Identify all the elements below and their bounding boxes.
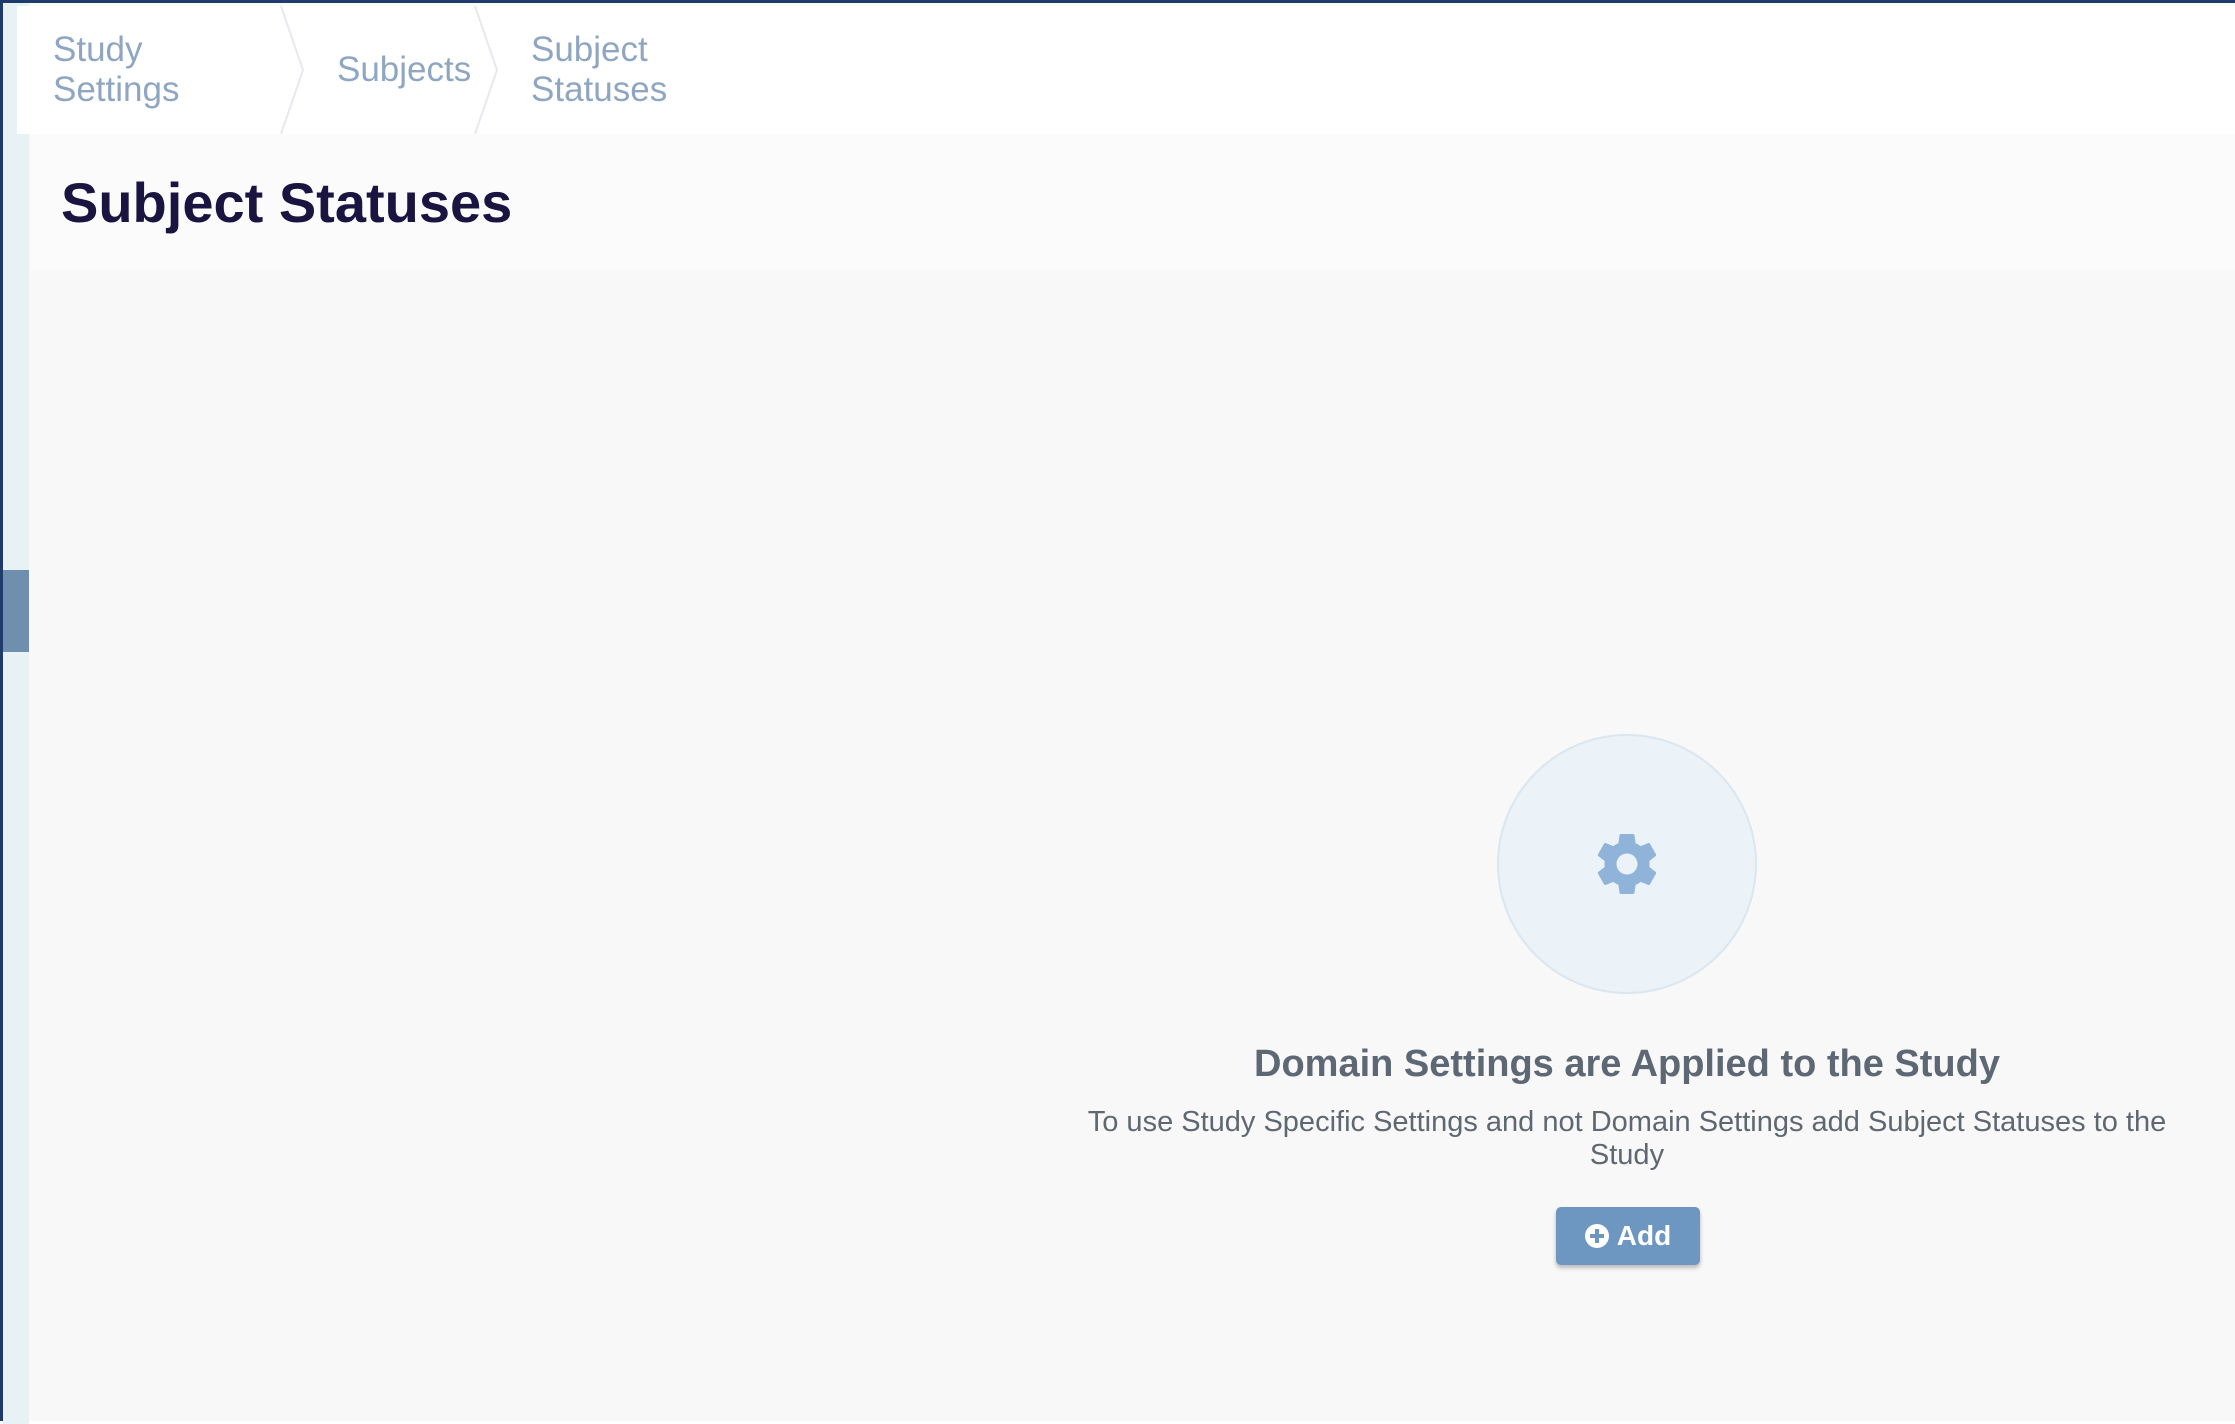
breadcrumb: Study Settings Subjects Subject Statuses <box>17 6 2235 134</box>
add-button-label: Add <box>1616 1220 1672 1251</box>
empty-state-message: To use Study Specific Settings and not D… <box>1087 1106 2167 1171</box>
page-title: Subject Statuses <box>61 170 513 234</box>
app-frame: Study Settings Subjects Subject Statuses… <box>0 0 2235 1424</box>
empty-state-title: Domain Settings are Applied to the Study <box>1254 1043 2000 1085</box>
breadcrumb-item-subjects[interactable]: Subjects <box>301 6 499 134</box>
empty-state-icon-circle <box>1497 734 1757 994</box>
add-button[interactable]: Add <box>1556 1207 1700 1265</box>
sidebar-toggle-handle[interactable] <box>3 570 29 652</box>
breadcrumb-label: Subjects <box>337 50 472 89</box>
breadcrumb-item-study-settings[interactable]: Study Settings <box>17 6 305 134</box>
plus-circle-icon <box>1584 1224 1609 1248</box>
page-header: Subject Statuses <box>31 134 2235 270</box>
gear-icon <box>1597 834 1657 894</box>
left-sidebar-strip <box>3 3 29 1424</box>
breadcrumb-label: Subject Statuses <box>531 30 668 109</box>
breadcrumb-label: Study Settings <box>53 30 180 109</box>
breadcrumb-item-subject-statuses[interactable]: Subject Statuses <box>495 6 795 134</box>
main-content <box>31 270 2235 1421</box>
